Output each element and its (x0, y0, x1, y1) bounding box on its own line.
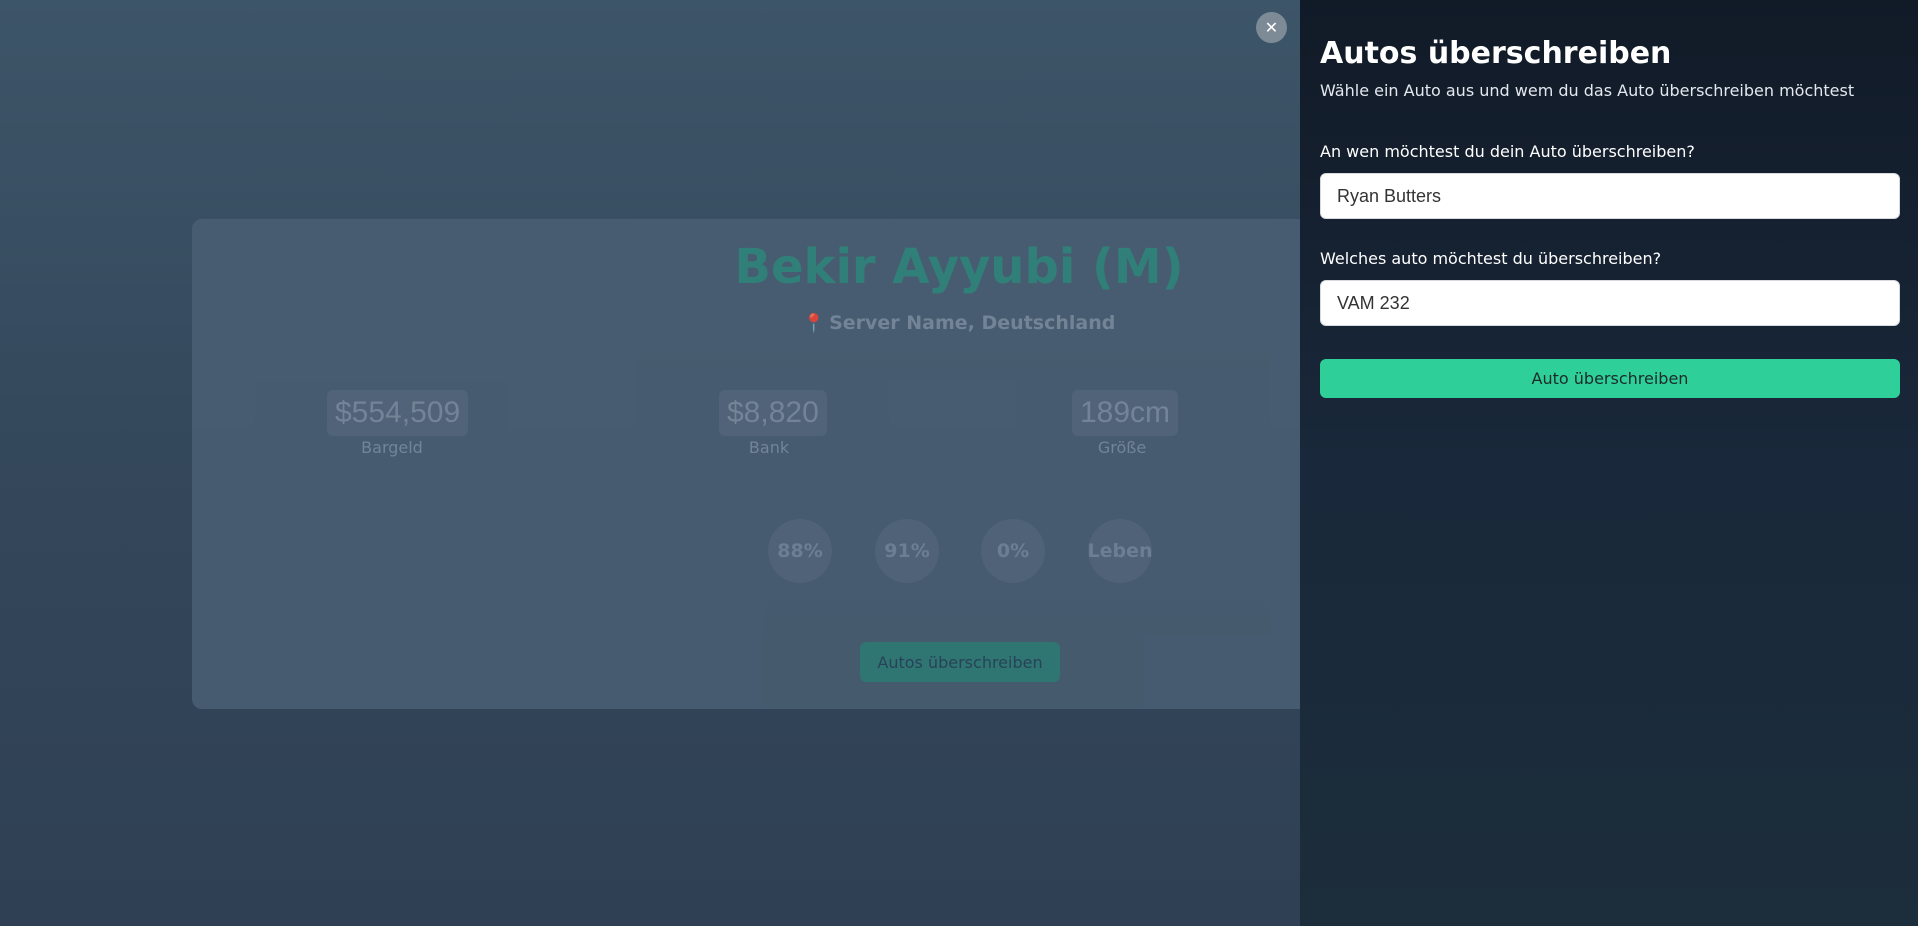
autos-ueberschreiben-button[interactable]: Autos überschreiben (860, 642, 1060, 682)
recipient-label: An wen möchtest du dein Auto überschreib… (1320, 142, 1695, 161)
stat-value: $554,509 (327, 390, 469, 436)
stat-bank: $8,820 Bank (719, 390, 827, 457)
stat-label: Bank (748, 438, 790, 457)
vehicle-label: Welches auto möchtest du überschreiben? (1320, 249, 1662, 268)
stat-label: Bargeld (361, 438, 423, 457)
status-circle: 0% (981, 519, 1045, 583)
status-circle: 91% (875, 519, 939, 583)
status-circle: Leben (1088, 519, 1153, 583)
stat-groesse: 189cm Größe (1072, 390, 1179, 457)
close-icon[interactable]: ✕ (1256, 12, 1287, 43)
stat-value: 189cm (1072, 390, 1179, 436)
transfer-submit-button[interactable]: Auto überschreiben (1320, 359, 1900, 398)
vehicle-input[interactable] (1320, 280, 1900, 326)
stat-value: $8,820 (719, 390, 827, 436)
location-text: Server Name, Deutschland (829, 312, 1116, 334)
panel-title: Autos überschreiben (1320, 36, 1672, 71)
stat-label: Größe (1097, 438, 1147, 457)
map-pin-icon: 📍 (802, 313, 826, 334)
status-circle: 88% (768, 519, 832, 583)
stat-bargeld: $554,509 Bargeld (327, 390, 469, 457)
panel-description: Wähle ein Auto aus und wem du das Auto ü… (1320, 81, 1855, 100)
recipient-input[interactable] (1320, 173, 1900, 219)
transfer-panel: Autos überschreiben Wähle ein Auto aus u… (1300, 0, 1918, 926)
